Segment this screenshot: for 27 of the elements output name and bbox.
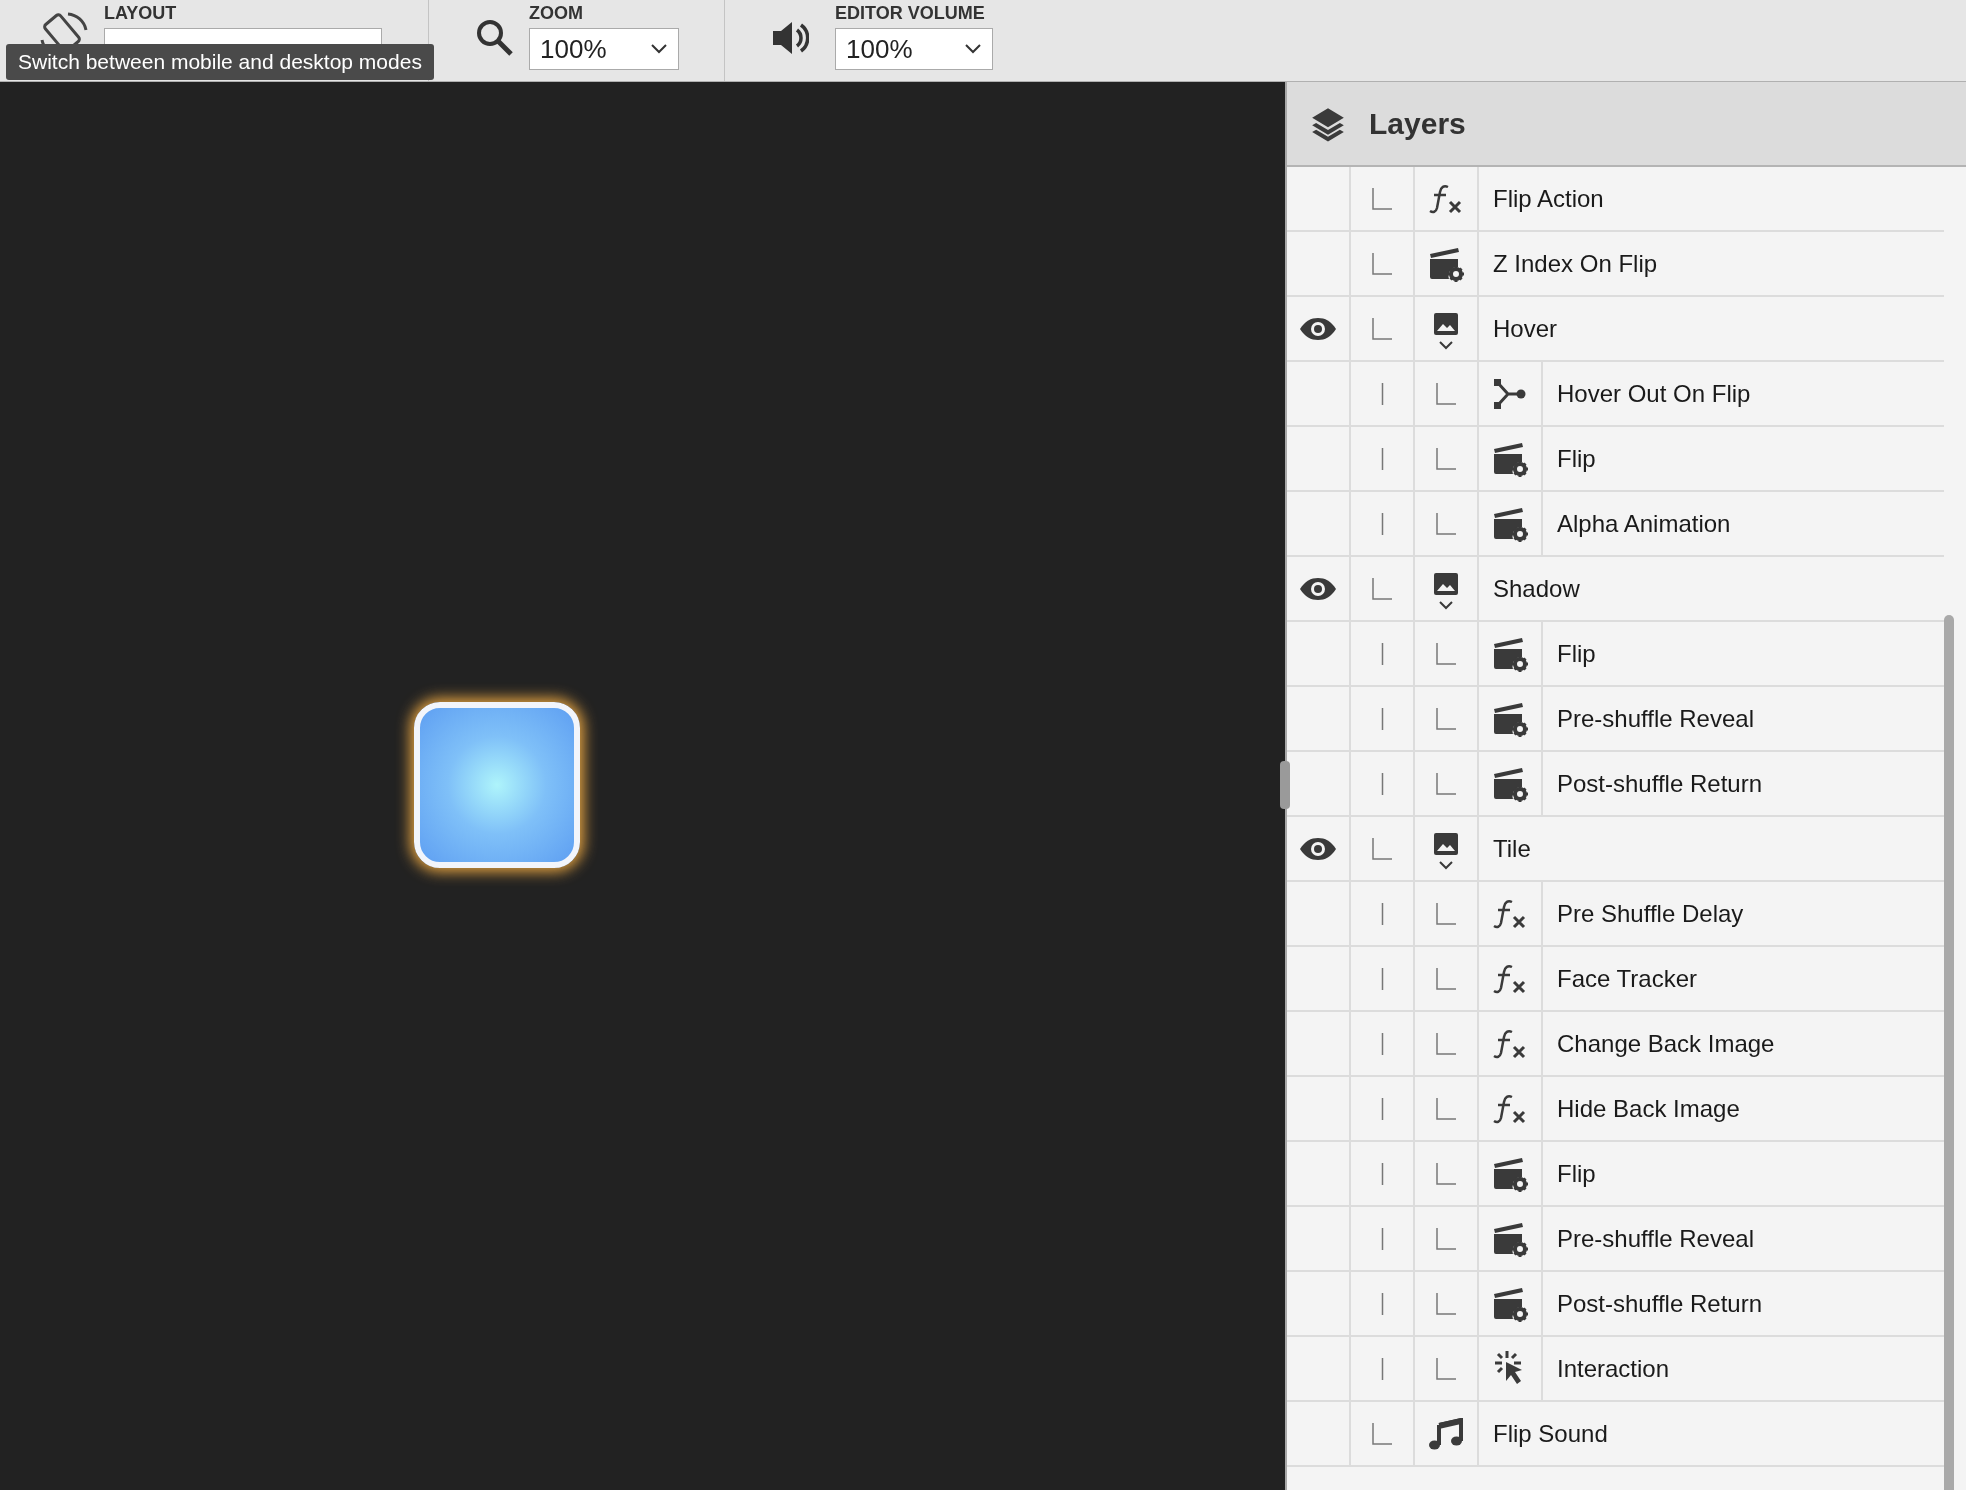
dropdown-value: 100% bbox=[540, 32, 607, 66]
field-label: EDITOR VOLUME bbox=[835, 4, 986, 22]
layer-name: Hover bbox=[1493, 313, 1558, 344]
layer-name: Shadow bbox=[1493, 573, 1580, 604]
layer-name: Flip bbox=[1557, 638, 1596, 669]
layer-name: Flip Sound bbox=[1493, 1418, 1608, 1449]
panel-title: Layers bbox=[1369, 106, 1466, 142]
layer-name: Pre Shuffle Delay bbox=[1557, 898, 1744, 929]
layer-name: Flip bbox=[1557, 1158, 1596, 1189]
layer-name: Flip bbox=[1557, 443, 1596, 474]
field-label: ZOOM bbox=[529, 4, 584, 22]
layer-name: Post-shuffle Return bbox=[1557, 1288, 1762, 1319]
layer-name: Z Index On Flip bbox=[1493, 248, 1658, 279]
dropdown-value: 100% bbox=[846, 32, 913, 66]
layer-name: Face Tracker bbox=[1557, 963, 1698, 994]
tooltip: Switch between mobile and desktop modes bbox=[6, 44, 434, 80]
layer-name: Pre-shuffle Reveal bbox=[1557, 703, 1754, 734]
layer-name: Pre-shuffle Reveal bbox=[1557, 1223, 1754, 1254]
layer-name: Interaction bbox=[1557, 1353, 1670, 1384]
layer-name: Change Back Image bbox=[1557, 1028, 1775, 1059]
layer-name: Hover Out On Flip bbox=[1557, 378, 1751, 409]
field-label: LAYOUT bbox=[104, 4, 178, 22]
layer-name: Post-shuffle Return bbox=[1557, 768, 1762, 799]
layer-name: Hide Back Image bbox=[1557, 1093, 1740, 1124]
layer-name: Flip Action bbox=[1493, 183, 1604, 214]
layer-name: Alpha Animation bbox=[1557, 508, 1731, 539]
layer-name: Tile bbox=[1493, 833, 1531, 864]
